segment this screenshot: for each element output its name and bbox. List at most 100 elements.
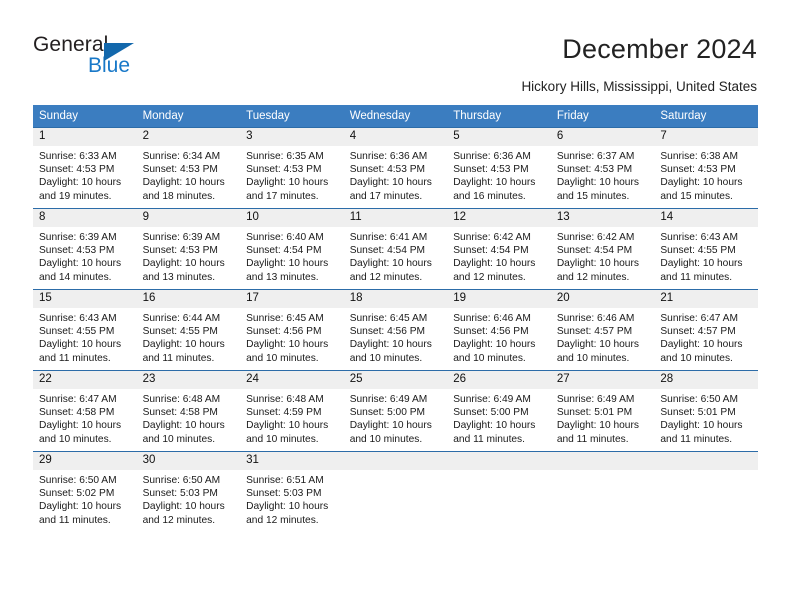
calendar-week-row: 15 Sunrise: 6:43 AM Sunset: 4:55 PM Dayligh…	[33, 289, 758, 371]
daylight-duration-line2: and 17 minutes.	[349, 190, 423, 202]
calendar-day-cell[interactable]: 9 Sunrise: 6:39 AM Sunset: 4:53 PM Daylight…	[136, 208, 241, 290]
sunset-time: Sunset: 4:53 PM	[39, 164, 115, 176]
day-number: 14	[654, 209, 758, 227]
sunrise-time: Sunrise: 6:51 AM	[246, 475, 324, 486]
calendar-day-cell[interactable]: 3 Sunrise: 6:35 AM Sunset: 4:53 PM Daylight…	[240, 127, 344, 209]
calendar-day-cell[interactable]: 2 Sunrise: 6:34 AM Sunset: 4:53 PM Daylight…	[136, 127, 241, 209]
day-cell-content: 24 Sunrise: 6:48 AM Sunset: 4:59 PM Dayligh…	[240, 371, 344, 451]
calendar-day-cell[interactable]: 19 Sunrise: 6:46 AM Sunset: 4:56 PM Dayligh…	[447, 289, 551, 371]
day-number: 10	[240, 209, 344, 227]
calendar-day-cell	[550, 451, 655, 532]
calendar-day-cell[interactable]: 21 Sunrise: 6:47 AM Sunset: 4:57 PM Dayligh…	[654, 289, 758, 371]
day-number: 21	[654, 290, 758, 308]
sunrise-time: Sunrise: 6:35 AM	[246, 151, 324, 162]
daylight-duration-line1: Daylight: 10 hours	[453, 339, 536, 351]
day-details: Sunrise: 6:36 AM Sunset: 4:53 PM Daylight:…	[447, 146, 551, 203]
calendar-day-cell[interactable]: 14 Sunrise: 6:43 AM Sunset: 4:55 PM Dayligh…	[654, 208, 758, 290]
daylight-duration-line2: and 19 minutes.	[39, 190, 112, 202]
calendar-day-cell[interactable]: 29 Sunrise: 6:50 AM Sunset: 5:02 PM Dayligh…	[33, 451, 137, 532]
calendar-day-cell	[447, 451, 551, 532]
sunset-time: Sunset: 4:58 PM	[39, 407, 115, 419]
calendar-day-cell[interactable]: 23 Sunrise: 6:48 AM Sunset: 4:58 PM Dayligh…	[136, 370, 241, 452]
calendar-day-cell[interactable]: 11 Sunrise: 6:41 AM Sunset: 4:54 PM Dayligh…	[343, 208, 448, 290]
daylight-duration-line1: Daylight: 10 hours	[142, 501, 225, 513]
day-details: Sunrise: 6:43 AM Sunset: 4:55 PM Daylight:…	[33, 308, 137, 365]
sunrise-time: Sunrise: 6:39 AM	[142, 232, 221, 243]
day-cell-content: 13 Sunrise: 6:42 AM Sunset: 4:54 PM Dayligh…	[550, 209, 655, 289]
general-blue-logo[interactable]: General Blue	[33, 34, 153, 80]
calendar-day-cell[interactable]: 1 Sunrise: 6:33 AM Sunset: 4:53 PM Daylight…	[33, 127, 137, 209]
daylight-duration-line2: and 11 minutes.	[556, 433, 629, 445]
daylight-duration-line1: Daylight: 10 hours	[39, 501, 122, 513]
day-details: Sunrise: 6:46 AM Sunset: 4:57 PM Daylight:…	[551, 308, 655, 365]
daylight-duration-line1: Daylight: 10 hours	[349, 420, 432, 432]
calendar-day-cell[interactable]: 31 Sunrise: 6:51 AM Sunset: 5:03 PM Dayligh…	[240, 451, 344, 532]
daylight-duration-line1: Daylight: 10 hours	[660, 258, 743, 270]
day-number: 27	[550, 371, 655, 389]
day-details: Sunrise: 6:37 AM Sunset: 4:53 PM Daylight:…	[551, 146, 655, 203]
day-cell-content: 29 Sunrise: 6:50 AM Sunset: 5:02 PM Dayligh…	[33, 452, 137, 532]
calendar-day-cell[interactable]: 28 Sunrise: 6:50 AM Sunset: 5:01 PM Dayligh…	[654, 370, 758, 452]
day-details: Sunrise: 6:39 AM Sunset: 4:53 PM Daylight:…	[33, 227, 137, 284]
daylight-duration-line2: and 15 minutes.	[660, 190, 733, 202]
daylight-duration-line1: Daylight: 10 hours	[142, 177, 225, 189]
calendar-day-cell[interactable]: 17 Sunrise: 6:45 AM Sunset: 4:56 PM Dayligh…	[240, 289, 344, 371]
calendar-day-cell[interactable]: 12 Sunrise: 6:42 AM Sunset: 4:54 PM Dayligh…	[447, 208, 551, 290]
calendar-day-cell[interactable]: 15 Sunrise: 6:43 AM Sunset: 4:55 PM Dayligh…	[33, 289, 137, 371]
daylight-duration-line1: Daylight: 10 hours	[246, 258, 329, 270]
day-cell-content: 1 Sunrise: 6:33 AM Sunset: 4:53 PM Daylight…	[33, 128, 137, 208]
day-cell-content: 14 Sunrise: 6:43 AM Sunset: 4:55 PM Dayligh…	[654, 209, 758, 289]
sunrise-time: Sunrise: 6:48 AM	[246, 394, 324, 405]
day-number: 4	[343, 128, 448, 146]
sunset-time: Sunset: 4:53 PM	[142, 164, 218, 176]
day-cell-content: 2 Sunrise: 6:34 AM Sunset: 4:53 PM Daylight…	[136, 128, 241, 208]
calendar-day-cell[interactable]: 13 Sunrise: 6:42 AM Sunset: 4:54 PM Dayligh…	[550, 208, 655, 290]
calendar-day-cell[interactable]: 25 Sunrise: 6:49 AM Sunset: 5:00 PM Dayligh…	[343, 370, 448, 452]
daylight-duration-line2: and 17 minutes.	[246, 190, 319, 202]
day-details: Sunrise: 6:50 AM Sunset: 5:02 PM Daylight:…	[33, 470, 137, 527]
weekday-header-wednesday: Wednesday	[343, 105, 448, 128]
sunrise-time: Sunrise: 6:42 AM	[453, 232, 531, 243]
day-number: 1	[33, 128, 137, 146]
day-cell-content: 23 Sunrise: 6:48 AM Sunset: 4:58 PM Dayligh…	[136, 371, 241, 451]
day-details: Sunrise: 6:42 AM Sunset: 4:54 PM Daylight:…	[551, 227, 655, 284]
sunset-time: Sunset: 4:54 PM	[453, 245, 529, 257]
day-details	[447, 470, 551, 474]
calendar-day-cell[interactable]: 7 Sunrise: 6:38 AM Sunset: 4:53 PM Daylight…	[654, 127, 758, 209]
calendar-day-cell	[654, 451, 758, 532]
calendar-day-cell[interactable]: 26 Sunrise: 6:49 AM Sunset: 5:00 PM Dayligh…	[447, 370, 551, 452]
calendar-day-cell[interactable]: 6 Sunrise: 6:37 AM Sunset: 4:53 PM Daylight…	[550, 127, 655, 209]
calendar-day-cell[interactable]: 22 Sunrise: 6:47 AM Sunset: 4:58 PM Dayligh…	[33, 370, 137, 452]
daylight-duration-line2: and 11 minutes.	[39, 352, 111, 364]
calendar-day-cell[interactable]: 24 Sunrise: 6:48 AM Sunset: 4:59 PM Dayligh…	[240, 370, 344, 452]
sunset-time: Sunset: 4:53 PM	[349, 164, 426, 176]
day-number: 18	[343, 290, 448, 308]
daylight-duration-line1: Daylight: 10 hours	[39, 177, 122, 189]
calendar-day-cell[interactable]: 27 Sunrise: 6:49 AM Sunset: 5:01 PM Dayligh…	[550, 370, 655, 452]
sunset-time: Sunset: 4:54 PM	[556, 245, 633, 257]
daylight-duration-line1: Daylight: 10 hours	[142, 339, 225, 351]
calendar-day-cell[interactable]: 10 Sunrise: 6:40 AM Sunset: 4:54 PM Dayligh…	[240, 208, 344, 290]
calendar-day-cell[interactable]: 16 Sunrise: 6:44 AM Sunset: 4:55 PM Dayligh…	[136, 289, 241, 371]
sunrise-time: Sunrise: 6:34 AM	[142, 151, 221, 162]
sunset-time: Sunset: 4:56 PM	[349, 326, 426, 338]
daylight-duration-line1: Daylight: 10 hours	[556, 339, 639, 351]
daylight-duration-line2: and 10 minutes.	[453, 352, 526, 364]
daylight-duration-line1: Daylight: 10 hours	[453, 420, 536, 432]
sunrise-time: Sunrise: 6:45 AM	[349, 313, 428, 324]
calendar-day-cell[interactable]: 20 Sunrise: 6:46 AM Sunset: 4:57 PM Dayligh…	[550, 289, 655, 371]
calendar-day-cell[interactable]: 30 Sunrise: 6:50 AM Sunset: 5:03 PM Dayligh…	[136, 451, 241, 532]
sunrise-time: Sunrise: 6:47 AM	[660, 313, 738, 324]
day-number: 2	[136, 128, 241, 146]
calendar-day-cell[interactable]: 8 Sunrise: 6:39 AM Sunset: 4:53 PM Daylight…	[33, 208, 137, 290]
sunrise-time: Sunrise: 6:49 AM	[349, 394, 428, 405]
day-number	[550, 452, 655, 470]
day-details: Sunrise: 6:48 AM Sunset: 4:58 PM Daylight:…	[137, 389, 241, 446]
daylight-duration-line2: and 11 minutes.	[453, 433, 525, 445]
calendar-day-cell[interactable]: 4 Sunrise: 6:36 AM Sunset: 4:53 PM Daylight…	[343, 127, 448, 209]
sunrise-time: Sunrise: 6:37 AM	[556, 151, 635, 162]
calendar-day-cell[interactable]: 5 Sunrise: 6:36 AM Sunset: 4:53 PM Daylight…	[447, 127, 551, 209]
calendar-day-cell[interactable]: 18 Sunrise: 6:45 AM Sunset: 4:56 PM Dayligh…	[343, 289, 448, 371]
daylight-duration-line2: and 18 minutes.	[142, 190, 216, 202]
sunset-time: Sunset: 4:56 PM	[453, 326, 529, 338]
